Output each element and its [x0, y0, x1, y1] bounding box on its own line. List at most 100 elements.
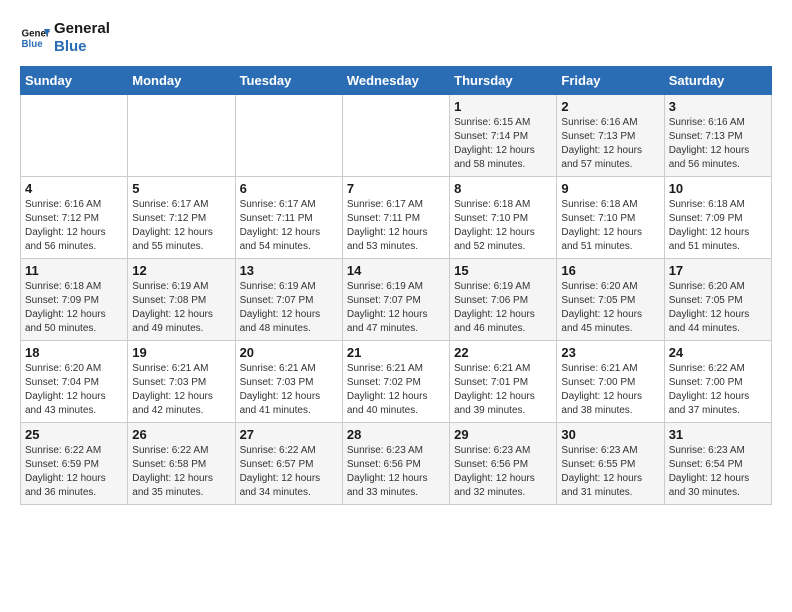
weekday-header-sunday: Sunday: [21, 67, 128, 95]
weekday-header-row: SundayMondayTuesdayWednesdayThursdayFrid…: [21, 67, 772, 95]
day-info: Sunrise: 6:23 AM Sunset: 6:56 PM Dayligh…: [454, 444, 552, 500]
day-number: 7: [347, 181, 445, 196]
day-number: 26: [132, 427, 230, 442]
logo-general: General: [54, 20, 110, 38]
day-info: Sunrise: 6:22 AM Sunset: 6:57 PM Dayligh…: [240, 444, 338, 500]
day-info: Sunrise: 6:19 AM Sunset: 7:07 PM Dayligh…: [347, 280, 445, 336]
calendar-cell: 8 Sunrise: 6:18 AM Sunset: 7:10 PM Daylig…: [450, 177, 557, 259]
calendar-cell: [342, 95, 449, 177]
calendar-cell: [235, 95, 342, 177]
day-info: Sunrise: 6:17 AM Sunset: 7:11 PM Dayligh…: [347, 198, 445, 254]
day-info: Sunrise: 6:23 AM Sunset: 6:56 PM Dayligh…: [347, 444, 445, 500]
calendar-cell: 3 Sunrise: 6:16 AM Sunset: 7:13 PM Daylig…: [664, 95, 771, 177]
day-info: Sunrise: 6:19 AM Sunset: 7:07 PM Dayligh…: [240, 280, 338, 336]
calendar-week-3: 11 Sunrise: 6:18 AM Sunset: 7:09 PM Dayli…: [21, 259, 772, 341]
day-info: Sunrise: 6:16 AM Sunset: 7:12 PM Dayligh…: [25, 198, 123, 254]
day-number: 28: [347, 427, 445, 442]
day-number: 13: [240, 263, 338, 278]
day-info: Sunrise: 6:23 AM Sunset: 6:55 PM Dayligh…: [561, 444, 659, 500]
calendar-cell: 6Sunrise: 6:17 AM Sunset: 7:11 PM Daylig…: [235, 177, 342, 259]
day-number: 15: [454, 263, 552, 278]
day-info: Sunrise: 6:16 AM Sunset: 7:13 PM Dayligh…: [669, 116, 767, 172]
day-number: 18: [25, 345, 123, 360]
day-info: Sunrise: 6:22 AM Sunset: 6:58 PM Dayligh…: [132, 444, 230, 500]
calendar-cell: 31 Sunrise: 6:23 AM Sunset: 6:54 PM Dayli…: [664, 423, 771, 505]
day-info: Sunrise: 6:16 AM Sunset: 7:13 PM Dayligh…: [561, 116, 659, 172]
svg-text:Blue: Blue: [22, 39, 44, 50]
calendar-cell: [128, 95, 235, 177]
day-number: 1: [454, 99, 552, 114]
calendar-cell: 1Sunrise: 6:15 AM Sunset: 7:14 PM Daylig…: [450, 95, 557, 177]
day-info: Sunrise: 6:19 AM Sunset: 7:08 PM Dayligh…: [132, 280, 230, 336]
calendar-cell: 12 Sunrise: 6:19 AM Sunset: 7:08 PM Dayli…: [128, 259, 235, 341]
day-info: Sunrise: 6:18 AM Sunset: 7:09 PM Dayligh…: [669, 198, 767, 254]
day-info: Sunrise: 6:20 AM Sunset: 7:05 PM Dayligh…: [561, 280, 659, 336]
day-info: Sunrise: 6:21 AM Sunset: 7:01 PM Dayligh…: [454, 362, 552, 418]
calendar-table: SundayMondayTuesdayWednesdayThursdayFrid…: [20, 66, 772, 505]
calendar-cell: 27Sunrise: 6:22 AM Sunset: 6:57 PM Dayli…: [235, 423, 342, 505]
day-info: Sunrise: 6:21 AM Sunset: 7:03 PM Dayligh…: [240, 362, 338, 418]
day-info: Sunrise: 6:21 AM Sunset: 7:00 PM Dayligh…: [561, 362, 659, 418]
day-info: Sunrise: 6:22 AM Sunset: 7:00 PM Dayligh…: [669, 362, 767, 418]
weekday-header-friday: Friday: [557, 67, 664, 95]
calendar-cell: 11 Sunrise: 6:18 AM Sunset: 7:09 PM Dayli…: [21, 259, 128, 341]
day-number: 30: [561, 427, 659, 442]
day-number: 11: [25, 263, 123, 278]
calendar-cell: 10 Sunrise: 6:18 AM Sunset: 7:09 PM Dayli…: [664, 177, 771, 259]
day-info: Sunrise: 6:20 AM Sunset: 7:05 PM Dayligh…: [669, 280, 767, 336]
day-number: 16: [561, 263, 659, 278]
day-info: Sunrise: 6:18 AM Sunset: 7:09 PM Dayligh…: [25, 280, 123, 336]
calendar-cell: 13 Sunrise: 6:19 AM Sunset: 7:07 PM Dayli…: [235, 259, 342, 341]
calendar-cell: 15 Sunrise: 6:19 AM Sunset: 7:06 PM Dayli…: [450, 259, 557, 341]
logo-icon: General Blue: [20, 23, 50, 53]
day-number: 14: [347, 263, 445, 278]
day-info: Sunrise: 6:19 AM Sunset: 7:06 PM Dayligh…: [454, 280, 552, 336]
day-info: Sunrise: 6:17 AM Sunset: 7:12 PM Dayligh…: [132, 198, 230, 254]
calendar-cell: 29Sunrise: 6:23 AM Sunset: 6:56 PM Dayli…: [450, 423, 557, 505]
day-number: 17: [669, 263, 767, 278]
calendar-cell: 23 Sunrise: 6:21 AM Sunset: 7:00 PM Dayli…: [557, 341, 664, 423]
day-info: Sunrise: 6:17 AM Sunset: 7:11 PM Dayligh…: [240, 198, 338, 254]
day-number: 3: [669, 99, 767, 114]
calendar-cell: 16 Sunrise: 6:20 AM Sunset: 7:05 PM Dayli…: [557, 259, 664, 341]
logo-blue: Blue: [54, 38, 110, 56]
calendar-cell: 14 Sunrise: 6:19 AM Sunset: 7:07 PM Dayli…: [342, 259, 449, 341]
weekday-header-thursday: Thursday: [450, 67, 557, 95]
day-info: Sunrise: 6:20 AM Sunset: 7:04 PM Dayligh…: [25, 362, 123, 418]
day-info: Sunrise: 6:22 AM Sunset: 6:59 PM Dayligh…: [25, 444, 123, 500]
calendar-cell: 2 Sunrise: 6:16 AM Sunset: 7:13 PM Daylig…: [557, 95, 664, 177]
calendar-week-2: 4Sunrise: 6:16 AM Sunset: 7:12 PM Daylig…: [21, 177, 772, 259]
day-number: 31: [669, 427, 767, 442]
day-info: Sunrise: 6:23 AM Sunset: 6:54 PM Dayligh…: [669, 444, 767, 500]
day-number: 12: [132, 263, 230, 278]
calendar-body: 1Sunrise: 6:15 AM Sunset: 7:14 PM Daylig…: [21, 95, 772, 505]
day-number: 23: [561, 345, 659, 360]
day-number: 9: [561, 181, 659, 196]
day-number: 8: [454, 181, 552, 196]
day-info: Sunrise: 6:18 AM Sunset: 7:10 PM Dayligh…: [454, 198, 552, 254]
calendar-cell: 19Sunrise: 6:21 AM Sunset: 7:03 PM Dayli…: [128, 341, 235, 423]
day-info: Sunrise: 6:21 AM Sunset: 7:03 PM Dayligh…: [132, 362, 230, 418]
calendar-cell: 17 Sunrise: 6:20 AM Sunset: 7:05 PM Dayli…: [664, 259, 771, 341]
calendar-cell: 22Sunrise: 6:21 AM Sunset: 7:01 PM Dayli…: [450, 341, 557, 423]
calendar-cell: 25Sunrise: 6:22 AM Sunset: 6:59 PM Dayli…: [21, 423, 128, 505]
day-number: 10: [669, 181, 767, 196]
calendar-cell: 21Sunrise: 6:21 AM Sunset: 7:02 PM Dayli…: [342, 341, 449, 423]
day-info: Sunrise: 6:21 AM Sunset: 7:02 PM Dayligh…: [347, 362, 445, 418]
day-number: 20: [240, 345, 338, 360]
calendar-cell: 26 Sunrise: 6:22 AM Sunset: 6:58 PM Dayli…: [128, 423, 235, 505]
calendar-cell: 5Sunrise: 6:17 AM Sunset: 7:12 PM Daylig…: [128, 177, 235, 259]
day-number: 24: [669, 345, 767, 360]
day-number: 2: [561, 99, 659, 114]
calendar-cell: 20 Sunrise: 6:21 AM Sunset: 7:03 PM Dayli…: [235, 341, 342, 423]
calendar-cell: 18 Sunrise: 6:20 AM Sunset: 7:04 PM Dayli…: [21, 341, 128, 423]
calendar-cell: 7 Sunrise: 6:17 AM Sunset: 7:11 PM Daylig…: [342, 177, 449, 259]
calendar-cell: 24 Sunrise: 6:22 AM Sunset: 7:00 PM Dayli…: [664, 341, 771, 423]
calendar-cell: 28 Sunrise: 6:23 AM Sunset: 6:56 PM Dayli…: [342, 423, 449, 505]
calendar-week-5: 25Sunrise: 6:22 AM Sunset: 6:59 PM Dayli…: [21, 423, 772, 505]
day-info: Sunrise: 6:18 AM Sunset: 7:10 PM Dayligh…: [561, 198, 659, 254]
weekday-header-tuesday: Tuesday: [235, 67, 342, 95]
calendar-cell: [21, 95, 128, 177]
calendar-cell: 30 Sunrise: 6:23 AM Sunset: 6:55 PM Dayli…: [557, 423, 664, 505]
weekday-header-monday: Monday: [128, 67, 235, 95]
